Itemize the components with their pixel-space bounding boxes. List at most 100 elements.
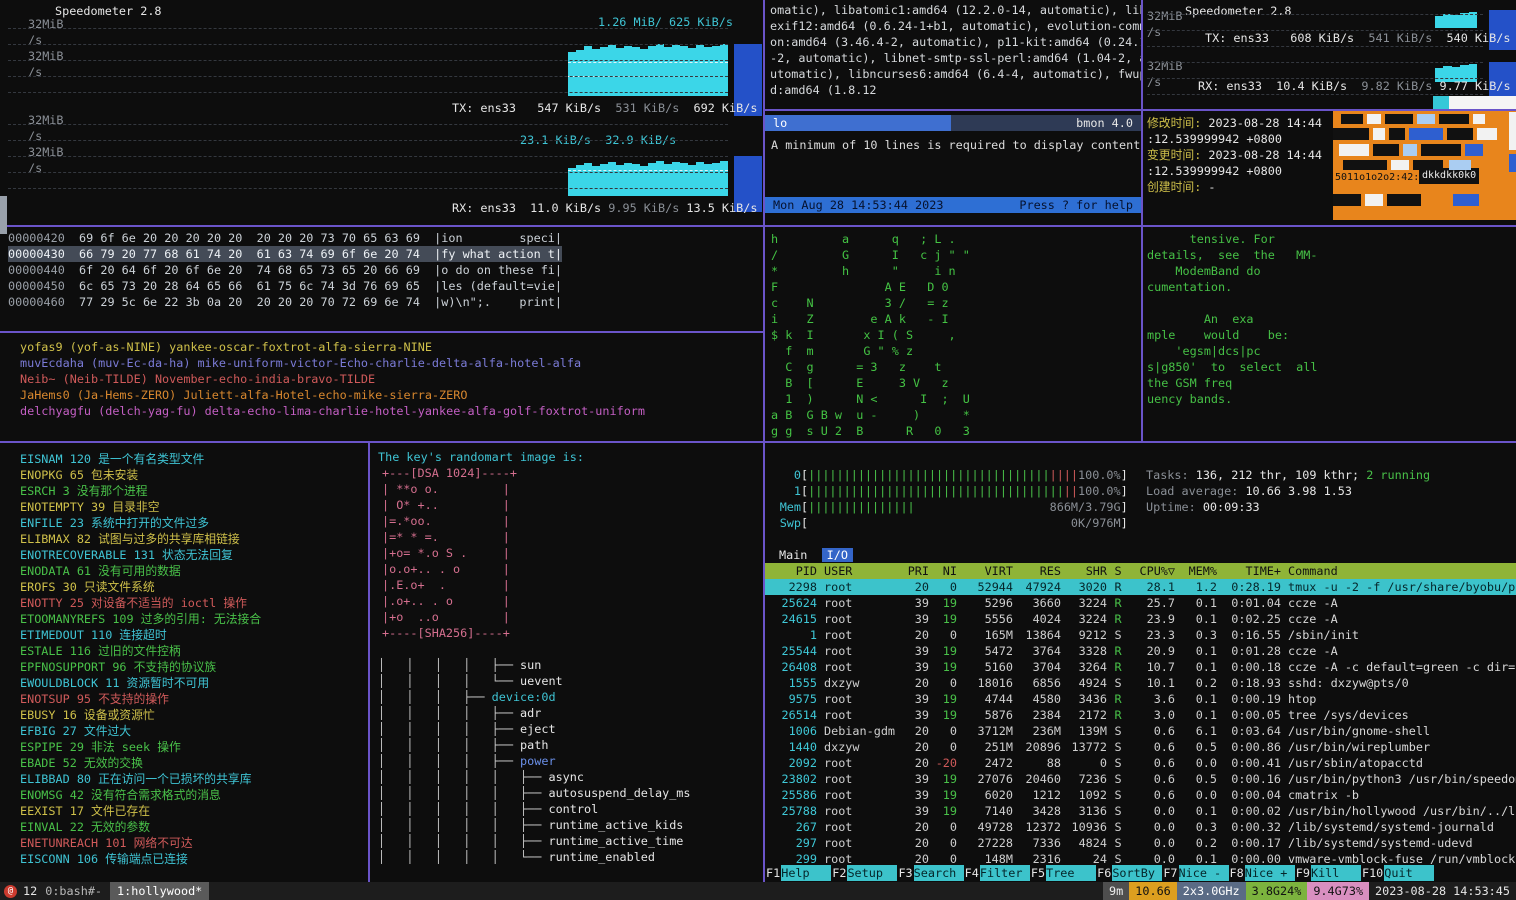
process-row[interactable]: 1root200165M138649212S23.30.30:16.55/sbi…: [765, 627, 1516, 643]
tab-main[interactable]: Main: [779, 548, 807, 562]
process-row[interactable]: 26514root3919587623842172R3.00.10:00.05t…: [765, 707, 1516, 723]
process-row[interactable]: 267root200497281237210936S0.00.30:00.32/…: [765, 819, 1516, 835]
randomart-line: |o.o+.. . o |: [382, 561, 517, 577]
randomart-line: |=* * =. |: [382, 529, 517, 545]
art-cell: [1389, 128, 1405, 140]
chart-bar: [680, 163, 688, 196]
column-header[interactable]: TIME+: [1217, 563, 1281, 579]
pane-border-horizontal: [0, 225, 1516, 227]
tab-io[interactable]: I/O: [822, 548, 853, 562]
fkey-action[interactable]: Search: [914, 865, 964, 881]
process-cell: 6.1: [1175, 723, 1217, 739]
bmon-interface-tab[interactable]: lo: [765, 115, 951, 131]
column-header[interactable]: Command: [1281, 563, 1516, 579]
column-header[interactable]: VIRT: [957, 563, 1013, 579]
fkey-label[interactable]: F5: [1030, 865, 1046, 881]
process-row[interactable]: 1006Debian-gdm2003712M236M139MS0.66.10:0…: [765, 723, 1516, 739]
process-row[interactable]: 9575root3919474445803436R3.60.10:00.19ht…: [765, 691, 1516, 707]
tree-branch: │ │ │ │ ├──: [378, 738, 520, 752]
process-cell: 4580: [1013, 691, 1061, 707]
process-row[interactable]: 2092root20-202472880S0.60.00:00.41/usr/s…: [765, 755, 1516, 771]
process-row[interactable]: 25624root3919529636603224R25.70.10:01.04…: [765, 595, 1516, 611]
chart-bar: [600, 47, 608, 96]
modem-doc-line: the GSM freq: [1147, 375, 1317, 391]
window-tab-bash[interactable]: 0:bash#-: [45, 883, 102, 899]
process-row[interactable]: 1555dxzyw2001801668564924S10.10.20:18.93…: [765, 675, 1516, 691]
chart-bar: [720, 44, 728, 96]
fkey-action[interactable]: Kill: [1311, 865, 1361, 881]
art-cell: [1509, 112, 1516, 150]
process-cell: 0: [929, 675, 957, 691]
pane-hexdump: 00000420 69 6f 6e 20 20 20 20 20 20 20 2…: [0, 227, 763, 331]
column-header[interactable]: USER: [817, 563, 895, 579]
process-row[interactable]: 297root2002722873364824S0.00.20:00.17/li…: [765, 835, 1516, 851]
fkey-action[interactable]: Filter: [980, 865, 1030, 881]
fkey-action[interactable]: Help: [781, 865, 831, 881]
apt-output-line: exif12:amd64 (0.6.24-1+b1, automatic), e…: [770, 18, 1141, 34]
process-cell: 267: [765, 819, 817, 835]
htop-function-keys: F1HelpF2SetupF3SearchF4FilterF5TreeF6Sor…: [765, 865, 1516, 881]
column-header[interactable]: PID: [765, 563, 817, 579]
process-row[interactable]: 26408root3919516037043264R10.70.10:00.18…: [765, 659, 1516, 675]
column-header[interactable]: S: [1107, 563, 1129, 579]
fkey-action[interactable]: Quit: [1384, 865, 1434, 881]
process-row[interactable]: 25544root3919547237643328R20.90.10:01.28…: [765, 643, 1516, 659]
file-time-line: 修改时间: 2023-08-28 14:44: [1147, 115, 1322, 131]
chart-bar: [624, 46, 632, 96]
status-segment: 2x3.0GHz: [1177, 882, 1246, 900]
fkey-label[interactable]: F7: [1162, 865, 1178, 881]
window-tab-hollywood[interactable]: 1:hollywood*: [110, 882, 209, 900]
axis-label: 32MiB: [28, 48, 64, 64]
fkey-label[interactable]: F4: [964, 865, 980, 881]
tree-branch: │ │ │ │ │ ├──: [378, 802, 548, 816]
column-header[interactable]: CPU%▽: [1129, 563, 1175, 579]
fkey-label[interactable]: F9: [1295, 865, 1311, 881]
scroll-indicator[interactable]: [0, 196, 7, 234]
randomart-line: |+o= *.o S . |: [382, 545, 517, 561]
process-cell: 1555: [765, 675, 817, 691]
fkey-label[interactable]: F1: [765, 865, 781, 881]
process-cell: -20: [929, 755, 957, 771]
fkey-action[interactable]: Nice -: [1179, 865, 1229, 881]
process-row[interactable]: 1440dxzyw200251M2089613772S0.60.50:00.86…: [765, 739, 1516, 755]
process-cell: 0: [929, 579, 957, 595]
rx-stats-line: RX: ens33 11.0 KiB/s 9.95 KiB/s 13.5 KiB…: [452, 200, 757, 216]
process-cell: 0.5: [1175, 771, 1217, 787]
process-cell: 0:01.04: [1217, 595, 1281, 611]
tree-branch: │ │ │ │ ├──: [378, 658, 520, 672]
process-cell: R: [1107, 643, 1129, 659]
process-cell: 0.3: [1175, 627, 1217, 643]
fkey-label[interactable]: F10: [1361, 865, 1384, 881]
fkey-action[interactable]: Tree: [1046, 865, 1096, 881]
column-header[interactable]: PRI: [895, 563, 929, 579]
fkey-action[interactable]: Nice +: [1245, 865, 1295, 881]
process-row[interactable]: 24615root3919555640243224R23.90.10:02.25…: [765, 611, 1516, 627]
column-header[interactable]: NI: [929, 563, 957, 579]
process-cell: 0:00.41: [1217, 755, 1281, 771]
fkey-label[interactable]: F2: [831, 865, 847, 881]
process-cell: tree /sys/devices: [1281, 707, 1516, 723]
process-row[interactable]: 23802root391927076204607236S0.60.50:00.1…: [765, 771, 1516, 787]
column-header[interactable]: SHR: [1061, 563, 1107, 579]
column-header[interactable]: MEM%: [1175, 563, 1217, 579]
file-time-value: 2023-08-28 14:44: [1201, 116, 1322, 130]
process-cell: sshd: dxzyw@pts/0: [1281, 675, 1516, 691]
process-cell: /usr/bin/python3 /usr/bin/speedometer -: [1281, 771, 1516, 787]
fkey-label[interactable]: F8: [1229, 865, 1245, 881]
fkey-action[interactable]: SortBy: [1112, 865, 1162, 881]
hex-ascii: |fy what action t|: [434, 247, 562, 261]
process-cell: 5472: [957, 643, 1013, 659]
fkey-action[interactable]: Setup: [847, 865, 897, 881]
column-header[interactable]: RES: [1013, 563, 1061, 579]
fkey-label[interactable]: F6: [1096, 865, 1112, 881]
pane-phonetic-alphabet: yofas9 (yof-as-NINE) yankee-oscar-foxtro…: [0, 333, 763, 441]
tx-graph: [568, 44, 728, 96]
tree-node: device:0d: [492, 690, 556, 704]
process-row[interactable]: 25586root3919602012121092S0.60.00:00.04c…: [765, 787, 1516, 803]
process-cell: 0.3: [1175, 819, 1217, 835]
process-row[interactable]: 25788root3919714034283136S0.00.10:00.02/…: [765, 803, 1516, 819]
hex-bytes: 66 79 20 77 68 61 74 20 61 63 74 69 6f 6…: [65, 247, 434, 261]
process-row[interactable]: 2298root20052944479243020R28.11.20:28.19…: [765, 579, 1516, 595]
fkey-label[interactable]: F3: [897, 865, 913, 881]
randomart-line: | **o o. |: [382, 481, 517, 497]
